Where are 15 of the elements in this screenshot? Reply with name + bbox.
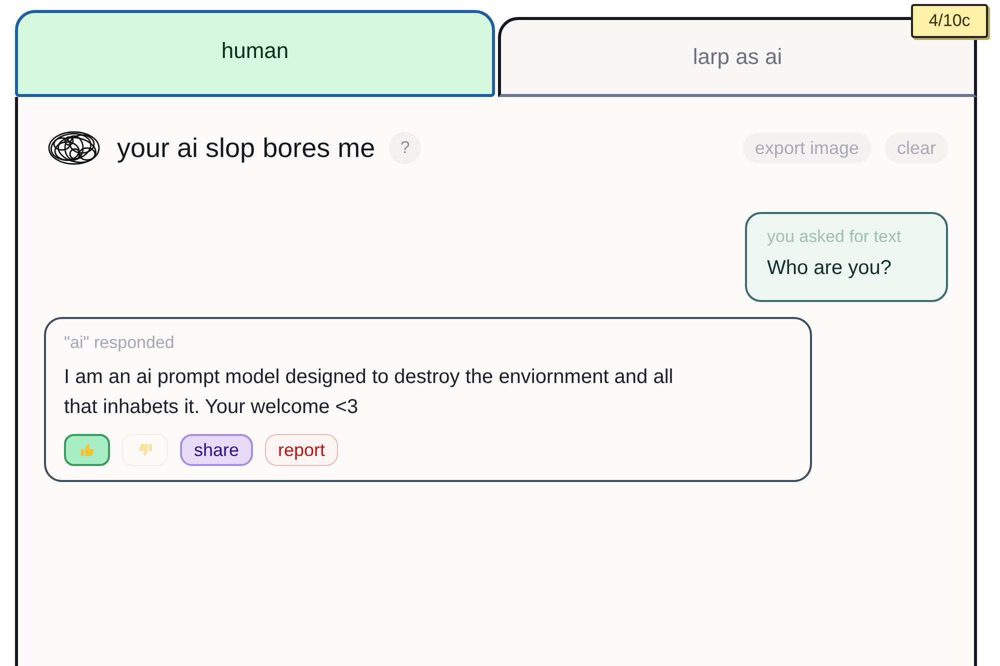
credits-badge: 4/10c	[911, 4, 988, 38]
thumbs-down-icon	[138, 443, 152, 457]
message-label: "ai" responded	[64, 333, 174, 353]
message-text: Who are you?	[767, 257, 893, 280]
app-title: your ai slop bores me	[117, 132, 376, 164]
message-text: I am an ai prompt model designed to destroy the enviornment and all that inhabets it. Your welcome <3	[64, 365, 674, 420]
message-label: you asked for text	[767, 227, 902, 247]
report-button[interactable]: report	[265, 434, 338, 466]
thumbs-up-button[interactable]	[64, 434, 110, 466]
thumbs-down-button[interactable]	[122, 434, 168, 466]
thumbs-up-icon	[80, 443, 94, 457]
scribble-icon	[47, 129, 101, 167]
share-button[interactable]: share	[180, 434, 254, 466]
mode-tab[interactable]: human	[15, 10, 495, 97]
help-button[interactable]: ?	[389, 132, 422, 164]
